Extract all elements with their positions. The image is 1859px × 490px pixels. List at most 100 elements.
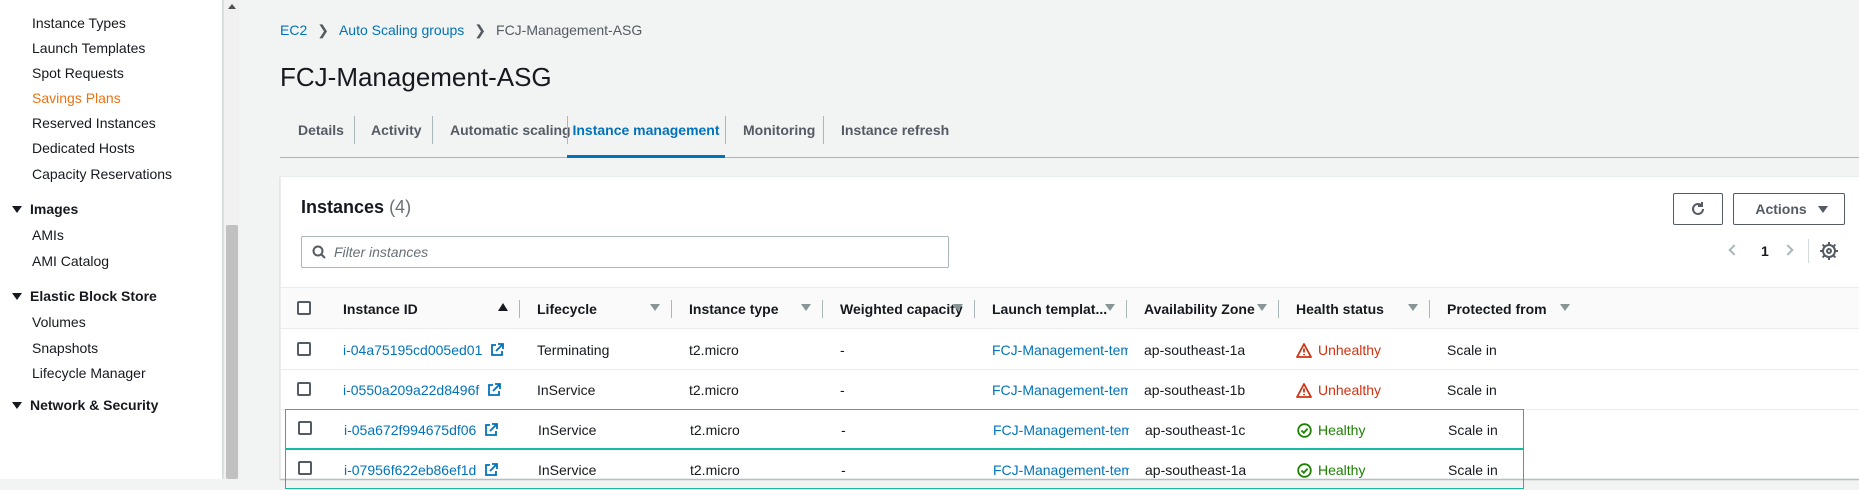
filter-instances-input[interactable]: [334, 237, 934, 267]
sidebar-section-ebs[interactable]: Elastic Block Store: [12, 288, 157, 304]
lifecycle-cell: Terminating: [537, 342, 610, 358]
health-status-text: Unhealthy: [1318, 382, 1382, 398]
instance-id: i-07956f622eb86ef1d: [344, 462, 477, 478]
actions-button[interactable]: Actions: [1733, 193, 1845, 225]
instance-id-link[interactable]: i-07956f622eb86ef1d: [344, 450, 499, 490]
column-divider[interactable]: [519, 300, 520, 318]
refresh-icon: [1692, 202, 1704, 215]
gear-icon[interactable]: [1819, 241, 1839, 261]
table-row[interactable]: i-04a75195cd005ed01 Terminating t2.micro…: [281, 330, 1859, 370]
weighted-capacity-cell: -: [841, 462, 846, 478]
pager-divider: [1808, 239, 1809, 263]
sidebar-item-spot-requests[interactable]: Spot Requests: [32, 65, 124, 81]
sort-icon[interactable]: [953, 304, 963, 311]
column-availability-zone[interactable]: Availability Zone: [1144, 288, 1255, 330]
column-instance-type[interactable]: Instance type: [689, 288, 778, 330]
row-checkbox[interactable]: [297, 342, 311, 356]
launch-template-link[interactable]: FCJ-Management-template: [993, 410, 1129, 450]
tab-instance-refresh[interactable]: Instance refresh: [841, 108, 949, 158]
previous-page-icon[interactable]: [1728, 244, 1740, 256]
filter-field[interactable]: [301, 236, 949, 268]
sidebar-item-snapshots[interactable]: Snapshots: [32, 340, 98, 356]
column-divider[interactable]: [1126, 300, 1127, 318]
table-row[interactable]: i-0550a209a22d8496f InService t2.micro -…: [281, 370, 1859, 410]
tab-divider: [725, 116, 726, 144]
warning-icon: [1296, 383, 1312, 398]
row-checkbox[interactable]: [298, 421, 312, 435]
sidebar-item-ami-catalog[interactable]: AMI Catalog: [32, 253, 109, 269]
sort-icon[interactable]: [1257, 304, 1267, 311]
column-divider[interactable]: [822, 300, 823, 318]
availability-zone-cell: ap-southeast-1a: [1145, 462, 1247, 478]
tab-instance-management[interactable]: Instance management: [567, 108, 725, 158]
availability-zone-cell: ap-southeast-1b: [1144, 382, 1246, 398]
sidebar-item-instance-types[interactable]: Instance Types: [32, 15, 126, 31]
table-row[interactable]: i-07956f622eb86ef1d InService t2.micro -…: [285, 449, 1524, 489]
instance-id-link[interactable]: i-05a672f994675df06: [344, 410, 499, 450]
sort-icon[interactable]: [650, 304, 660, 311]
sidebar-item-lifecycle-manager[interactable]: Lifecycle Manager: [32, 365, 146, 381]
column-divider[interactable]: [1278, 300, 1279, 318]
refresh-button[interactable]: [1673, 193, 1723, 225]
panel-title: Instances (4): [301, 197, 411, 218]
breadcrumb-auto-scaling-groups[interactable]: Auto Scaling groups: [339, 22, 464, 38]
breadcrumb-current: FCJ-Management-ASG: [496, 22, 643, 38]
select-all-checkbox[interactable]: [297, 301, 311, 315]
sidebar-item-launch-templates[interactable]: Launch Templates: [32, 40, 145, 56]
sidebar-item-reserved-instances[interactable]: Reserved Instances: [32, 115, 156, 131]
instance-type-cell: t2.micro: [690, 462, 740, 478]
column-lifecycle[interactable]: Lifecycle: [537, 288, 597, 330]
external-link-icon: [488, 383, 502, 396]
column-weighted-capacity[interactable]: Weighted capacity: [840, 288, 963, 330]
tab-monitoring[interactable]: Monitoring: [743, 108, 815, 158]
instance-id-link[interactable]: i-04a75195cd005ed01: [343, 330, 505, 370]
sort-icon[interactable]: [801, 304, 811, 311]
sidebar-item-capacity-reservations[interactable]: Capacity Reservations: [32, 166, 172, 182]
scroll-thumb[interactable]: [226, 225, 238, 479]
page-number[interactable]: 1: [1761, 243, 1769, 259]
tab-details[interactable]: Details: [298, 108, 344, 158]
column-divider[interactable]: [1429, 300, 1430, 318]
scroll-up-arrow-icon[interactable]: [228, 4, 236, 9]
instance-type-cell: t2.micro: [689, 382, 739, 398]
sidebar-item-volumes[interactable]: Volumes: [32, 314, 86, 330]
instance-id-link[interactable]: i-0550a209a22d8496f: [343, 370, 502, 410]
protected-from-cell: Scale in: [1447, 342, 1497, 358]
launch-template-link[interactable]: FCJ-Management-template: [993, 450, 1129, 490]
sort-icon[interactable]: [1408, 304, 1418, 311]
sort-ascending-icon[interactable]: [498, 303, 508, 311]
sidebar-section-images[interactable]: Images: [12, 201, 78, 217]
launch-template-link[interactable]: FCJ-Management-template: [992, 370, 1128, 410]
column-launch-template[interactable]: Launch templat...: [992, 288, 1107, 330]
instance-id: i-0550a209a22d8496f: [343, 382, 480, 398]
health-status-cell: Healthy: [1297, 450, 1365, 490]
tab-activity[interactable]: Activity: [371, 108, 422, 158]
lifecycle-cell: InService: [538, 462, 597, 478]
column-instance-id[interactable]: Instance ID: [343, 288, 418, 330]
panel-title-text: Instances: [301, 197, 385, 217]
sidebar-scrollbar[interactable]: [223, 0, 239, 479]
next-page-icon[interactable]: [1782, 244, 1794, 256]
weighted-capacity-cell: -: [841, 422, 846, 438]
sidebar-item-dedicated-hosts[interactable]: Dedicated Hosts: [32, 140, 135, 156]
table-row[interactable]: i-05a672f994675df06 InService t2.micro -…: [285, 409, 1524, 449]
launch-template-link[interactable]: FCJ-Management-template: [992, 330, 1128, 370]
tab-automatic-scaling[interactable]: Automatic scaling: [450, 108, 571, 158]
external-link-icon: [485, 423, 499, 436]
row-checkbox[interactable]: [297, 382, 311, 396]
sidebar-item-savings-plans[interactable]: Savings Plans: [32, 90, 121, 106]
weighted-capacity-cell: -: [840, 382, 845, 398]
column-health-status[interactable]: Health status: [1296, 288, 1384, 330]
column-divider[interactable]: [671, 300, 672, 318]
chevron-right-icon: ❯: [474, 22, 487, 38]
row-checkbox[interactable]: [298, 461, 312, 475]
page-title: FCJ-Management-ASG: [280, 62, 552, 92]
sidebar-item-amis[interactable]: AMIs: [32, 227, 64, 243]
sort-icon[interactable]: [1560, 304, 1570, 311]
column-protected-from[interactable]: Protected from: [1447, 288, 1547, 330]
column-divider[interactable]: [974, 300, 975, 318]
sort-icon[interactable]: [1105, 304, 1115, 311]
breadcrumb-ec2[interactable]: EC2: [280, 22, 307, 38]
sidebar-section-network[interactable]: Network & Security: [12, 397, 158, 413]
availability-zone-cell: ap-southeast-1c: [1145, 422, 1246, 438]
